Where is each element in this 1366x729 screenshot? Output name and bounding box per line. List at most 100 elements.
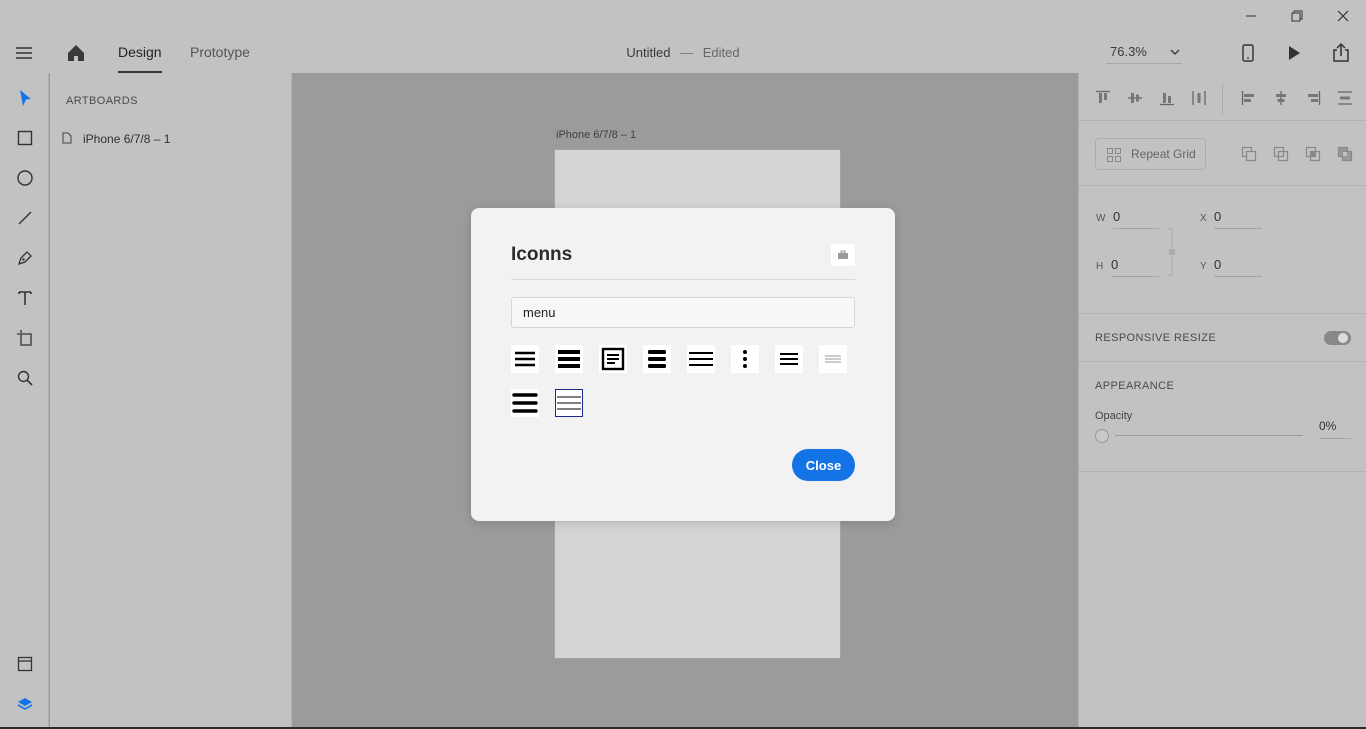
height-label: H (1096, 261, 1104, 272)
boolean-subtract-icon[interactable] (1273, 146, 1289, 162)
play-preview-button[interactable] (1284, 42, 1304, 64)
app-header: Design Prototype Untitled — Edited 76.3% (0, 32, 1366, 73)
document-name: Untitled (626, 45, 671, 60)
layer-item[interactable]: iPhone 6/7/8 – 1 (62, 130, 282, 148)
ellipse-icon (16, 169, 33, 186)
device-preview-button[interactable] (1238, 42, 1258, 64)
icon-result-selected[interactable] (555, 389, 583, 417)
section-divider (1079, 361, 1366, 362)
icon-result[interactable] (687, 345, 715, 373)
text-tool[interactable] (12, 285, 37, 310)
responsive-resize-toggle[interactable] (1324, 331, 1351, 345)
minimize-window-button[interactable] (1228, 0, 1274, 32)
boolean-add-icon[interactable] (1241, 146, 1257, 162)
icons-dialog: Iconns menu Close (471, 208, 895, 521)
align-left-icon[interactable] (1241, 90, 1257, 106)
artboards-heading: ARTBOARDS (66, 95, 138, 107)
kebab-menu-icon (743, 350, 747, 368)
select-tool[interactable] (12, 85, 37, 110)
icon-result[interactable] (511, 345, 539, 373)
pen-tool[interactable] (12, 245, 37, 270)
section-divider (1079, 471, 1366, 472)
opacity-slider-handle[interactable] (1095, 429, 1109, 443)
align-bottom-icon[interactable] (1159, 90, 1175, 106)
icon-result[interactable] (819, 345, 847, 373)
icon-search-input[interactable] (511, 297, 855, 328)
icon-result[interactable] (599, 345, 627, 373)
rounded-menu-icon (512, 393, 538, 413)
thick-hamburger-menu-icon (558, 350, 580, 368)
icon-results-grid (511, 345, 855, 419)
property-inspector: Repeat Grid W 0 X 0 H 0 Y 0 RESPONSIVE R… (1078, 73, 1366, 729)
align-right-icon[interactable] (1305, 90, 1321, 106)
artboard-tool[interactable] (12, 325, 37, 350)
boxed-menu-icon (601, 347, 625, 371)
artboard-page-icon (62, 132, 72, 144)
zoom-dropdown[interactable]: 76.3% (1106, 40, 1182, 64)
window-title-bar (0, 0, 1366, 32)
align-middle-icon[interactable] (1127, 90, 1143, 106)
y-field[interactable]: 0 (1214, 257, 1262, 277)
appearance-heading: APPEARANCE (1095, 380, 1175, 392)
distribute-vertical-icon[interactable] (1337, 90, 1353, 106)
align-divider (1222, 84, 1223, 114)
home-button[interactable] (65, 42, 87, 64)
lock-aspect-icon[interactable] (1166, 228, 1178, 278)
y-label: Y (1200, 261, 1207, 272)
rectangle-tool[interactable] (12, 125, 37, 150)
close-button[interactable]: Close (792, 449, 855, 481)
icon-result[interactable] (511, 389, 539, 417)
icon-result[interactable] (731, 345, 759, 373)
artboard-title[interactable]: iPhone 6/7/8 – 1 (556, 129, 636, 141)
width-label: W (1096, 213, 1106, 224)
hamburger-menu-icon (515, 351, 535, 367)
restore-window-button[interactable] (1274, 0, 1320, 32)
bold-menu-icon (648, 350, 666, 368)
pointer-arrow-icon (19, 89, 31, 106)
rectangle-icon (17, 130, 32, 145)
pen-icon (17, 250, 32, 265)
icon-result[interactable] (555, 345, 583, 373)
layer-item-label: iPhone 6/7/8 – 1 (83, 132, 171, 146)
opacity-slider-track[interactable] (1115, 435, 1303, 436)
layers-button[interactable] (12, 691, 37, 716)
responsive-resize-label: RESPONSIVE RESIZE (1095, 332, 1217, 344)
line-tool[interactable] (12, 205, 37, 230)
close-window-button[interactable] (1320, 0, 1366, 32)
align-top-icon[interactable] (1095, 90, 1111, 106)
icon-result[interactable] (643, 345, 671, 373)
repeat-grid-label: Repeat Grid (1131, 147, 1196, 161)
hamburger-menu-button[interactable] (14, 43, 34, 63)
assets-button[interactable] (12, 651, 37, 676)
tab-design[interactable]: Design (118, 32, 162, 73)
width-field[interactable]: 0 (1113, 209, 1159, 229)
align-center-icon[interactable] (1273, 90, 1289, 106)
thin-menu-icon (689, 352, 713, 366)
tools-toolbar (0, 73, 49, 729)
briefcase-icon (838, 250, 848, 259)
restore-icon (1291, 10, 1303, 22)
title-separator: — (680, 45, 694, 60)
ellipse-tool[interactable] (12, 165, 37, 190)
height-field[interactable]: 0 (1111, 257, 1159, 277)
toggle-knob (1338, 333, 1348, 343)
tab-prototype[interactable]: Prototype (190, 32, 250, 73)
zoom-value: 76.3% (1110, 44, 1147, 59)
outline-menu-icon (557, 396, 581, 410)
distribute-horizontal-icon[interactable] (1191, 90, 1207, 106)
zoom-tool[interactable] (12, 365, 37, 390)
close-icon (1337, 10, 1349, 22)
repeat-grid-button[interactable]: Repeat Grid (1095, 138, 1206, 170)
boolean-exclude-icon[interactable] (1337, 146, 1353, 162)
hamburger-menu-icon (16, 47, 32, 59)
layers-icon (17, 697, 32, 710)
icon-result[interactable] (775, 345, 803, 373)
dialog-plugin-button[interactable] (831, 244, 855, 266)
share-button[interactable] (1330, 42, 1352, 64)
repeat-grid-icon (1107, 148, 1121, 162)
x-label: X (1200, 213, 1207, 224)
x-field[interactable]: 0 (1214, 209, 1262, 229)
boolean-intersect-icon[interactable] (1305, 146, 1321, 162)
align-toolbar (1095, 84, 1355, 114)
opacity-field[interactable]: 0% (1319, 419, 1351, 439)
